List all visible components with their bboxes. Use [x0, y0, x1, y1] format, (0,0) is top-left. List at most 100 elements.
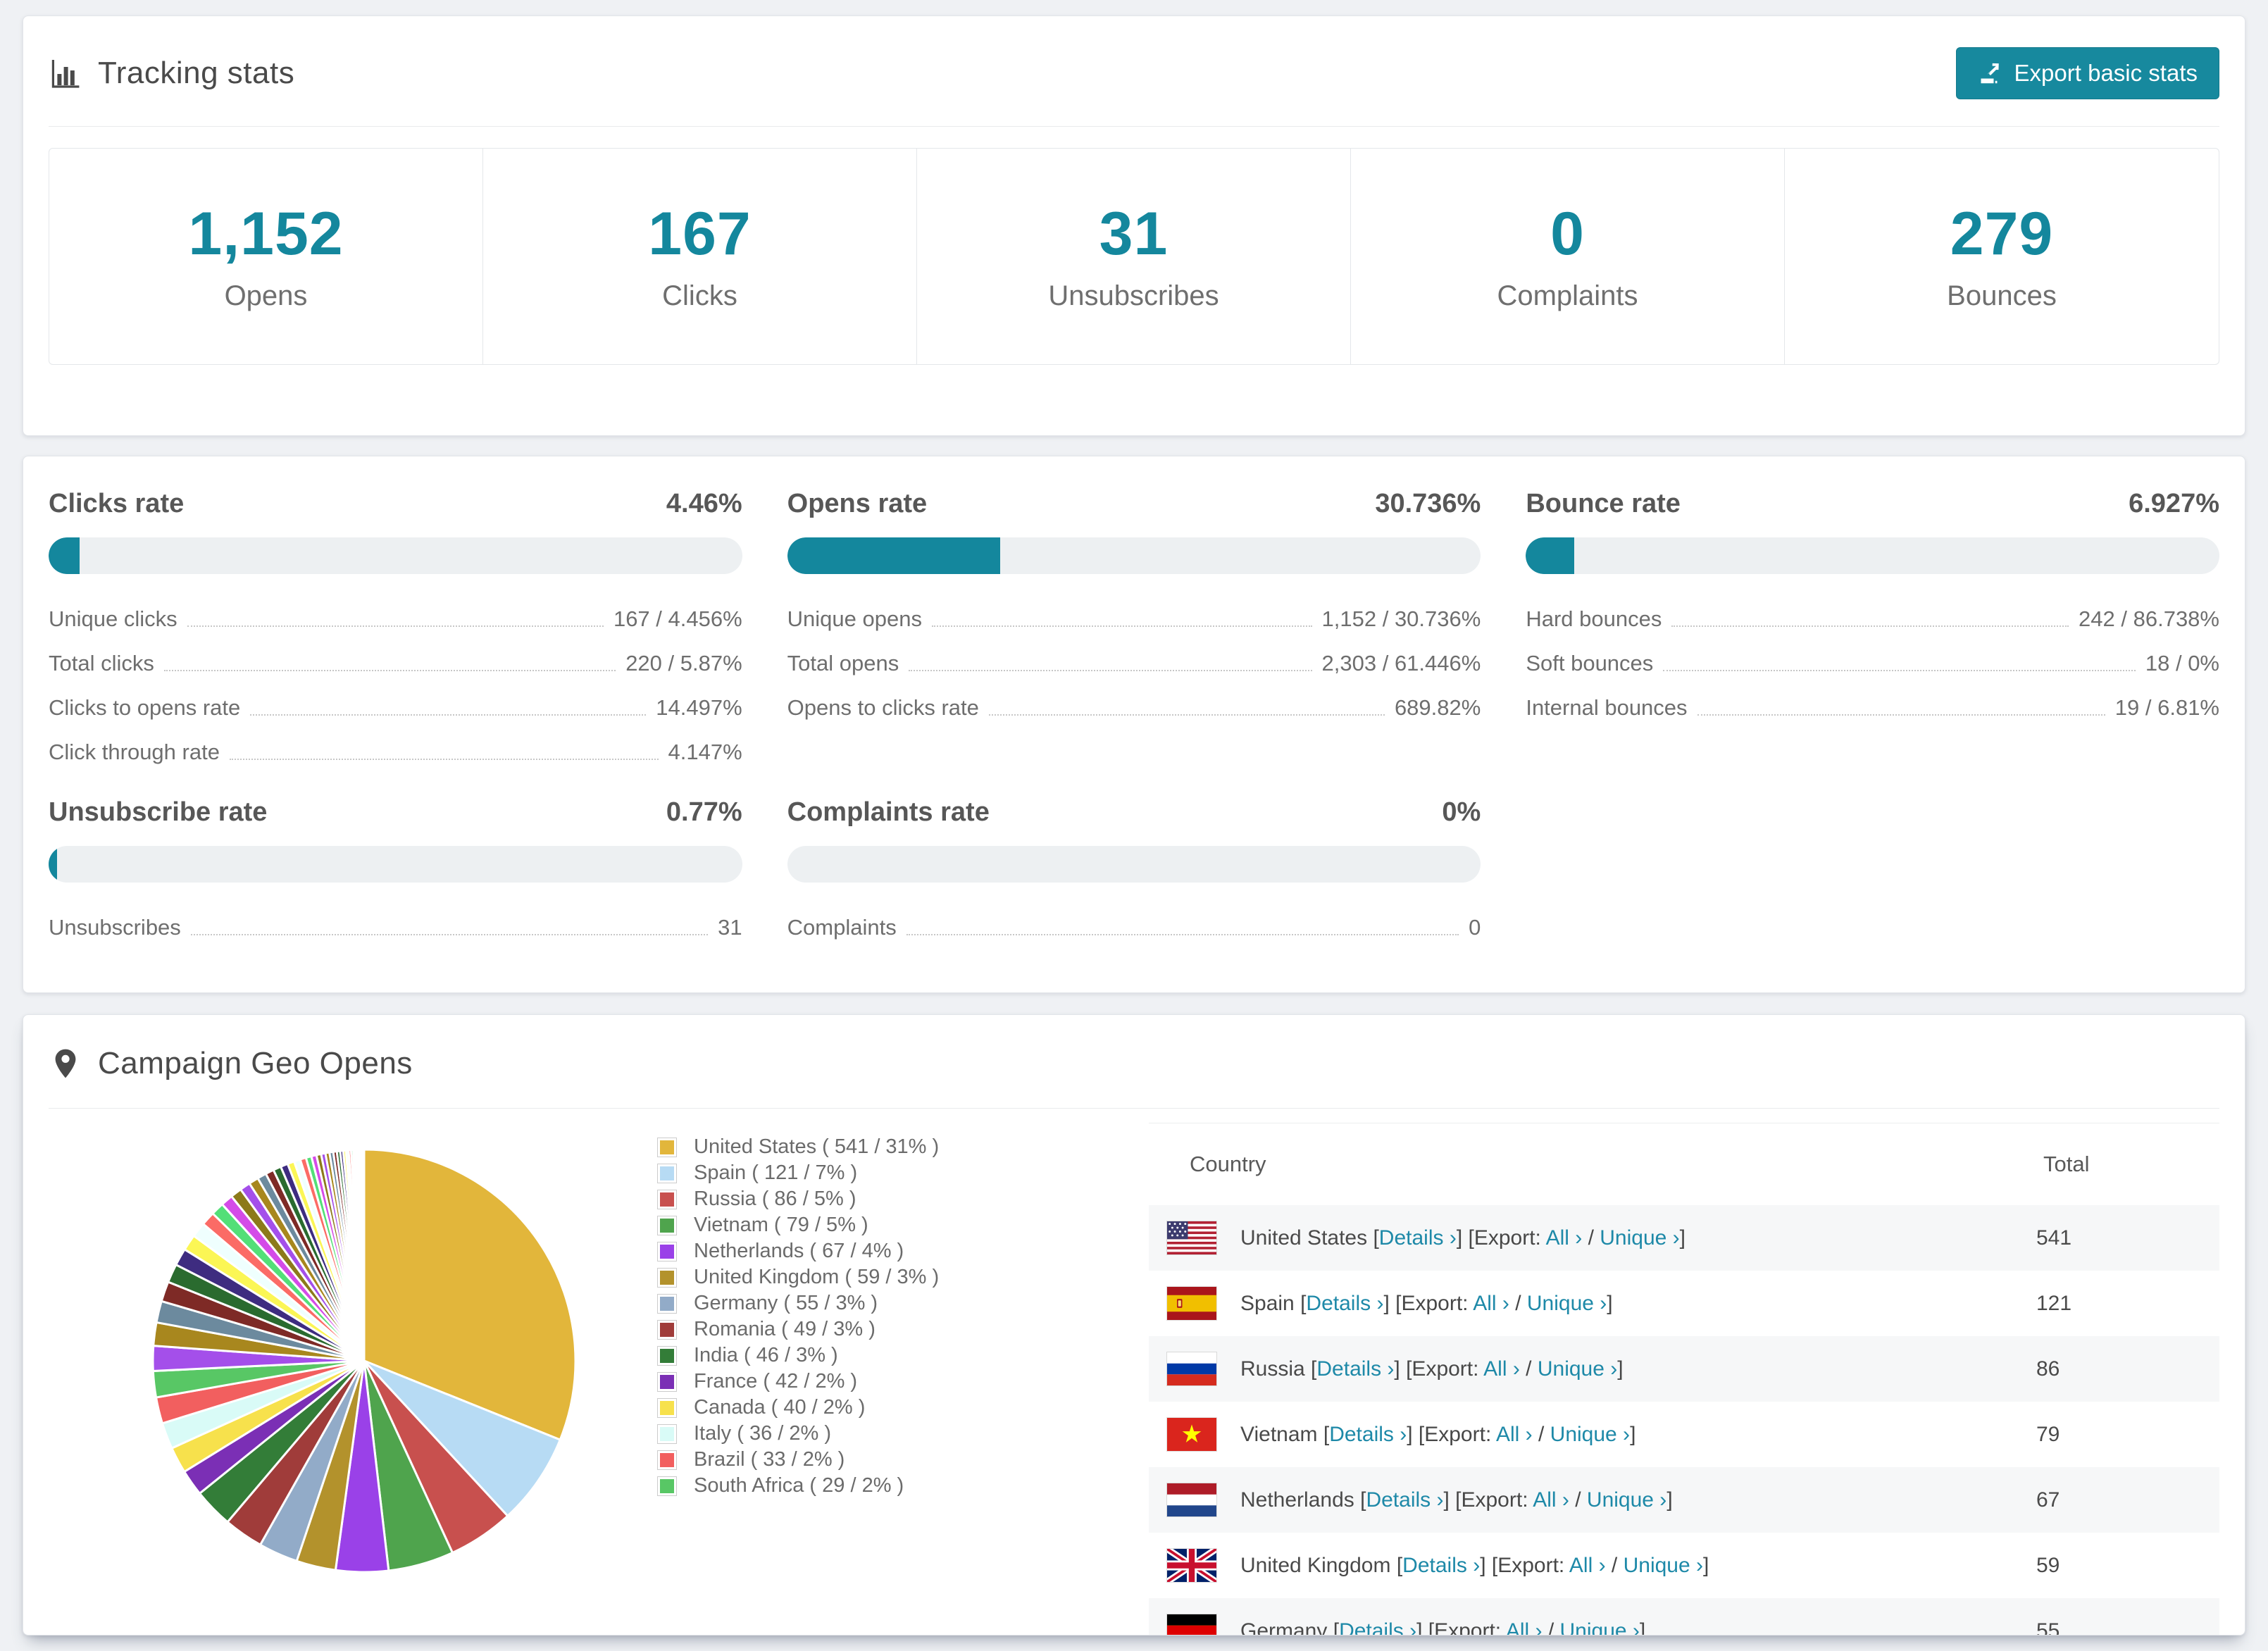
rate-detail-row: Complaints 0 [787, 915, 1481, 940]
rate-header: Bounce rate 6.927% [1526, 489, 2219, 519]
legend-item: United States ( 541 / 31% ) [657, 1134, 1108, 1160]
country-name: Vietnam [1240, 1422, 1318, 1446]
rate-detail-rows: Unique opens 1,152 / 30.736% Total opens… [787, 606, 1481, 721]
rate-percent: 30.736% [1375, 489, 1481, 518]
export-unique-link[interactable]: Unique › [1527, 1292, 1607, 1315]
dotted-leader [1671, 625, 2069, 627]
export-unique-link[interactable]: Unique › [1538, 1357, 1617, 1381]
geo-table: Country Total United States [Details ›] … [1149, 1123, 2219, 1636]
rate-header: Unsubscribe rate 0.77% [49, 797, 742, 828]
legend-label: Brazil ( 33 / 2% ) [694, 1448, 845, 1471]
rate-progress-fill [787, 537, 1001, 574]
legend-item: India ( 46 / 3% ) [657, 1342, 1108, 1369]
export-icon [1978, 61, 2003, 86]
details-link[interactable]: Details › [1329, 1423, 1407, 1446]
legend-item: South Africa ( 29 / 2% ) [657, 1473, 1108, 1499]
legend-swatch [657, 1215, 677, 1235]
export-all-link[interactable]: All › [1473, 1292, 1509, 1315]
export-all-link[interactable]: All › [1533, 1488, 1569, 1512]
export-prefix: [Export: [1428, 1619, 1502, 1636]
dotted-leader [250, 714, 647, 716]
dotted-leader [1697, 714, 2105, 716]
export-unique-link[interactable]: Unique › [1560, 1619, 1640, 1636]
legend-swatch [657, 1423, 677, 1444]
country-flag-icon [1166, 1614, 1217, 1635]
export-basic-stats-button[interactable]: Export basic stats [1955, 47, 2219, 99]
rate-detail-label: Unique opens [787, 606, 922, 631]
geo-table-body: United States [Details ›] [Export: All ›… [1149, 1205, 2219, 1636]
details-link[interactable]: Details › [1306, 1292, 1383, 1315]
table-row: Netherlands [Details ›] [Export: All › /… [1149, 1467, 2219, 1533]
export-all-link[interactable]: All › [1546, 1226, 1583, 1250]
summary-stat: 167 Clicks [483, 149, 917, 364]
export-all-link[interactable]: All › [1569, 1554, 1606, 1577]
export-unique-link[interactable]: Unique › [1600, 1226, 1679, 1250]
legend-item: United Kingdom ( 59 / 3% ) [657, 1264, 1108, 1290]
summary-stat: 0 Complaints [1351, 149, 1785, 364]
export-unique-link[interactable]: Unique › [1587, 1488, 1666, 1512]
table-row: United States [Details ›] [Export: All ›… [1149, 1205, 2219, 1271]
country-flag-icon [1166, 1286, 1217, 1321]
rate-detail-value: 242 / 86.738% [2079, 606, 2219, 631]
details-link[interactable]: Details › [1339, 1619, 1416, 1636]
legend-swatch [657, 1397, 677, 1418]
rate-header: Clicks rate 4.46% [49, 489, 742, 519]
stat-value: 279 [1950, 200, 2054, 268]
rate-percent: 4.46% [666, 489, 742, 518]
country-name: Germany [1240, 1619, 1328, 1636]
rate-detail-label: Unique clicks [49, 606, 177, 631]
rate-detail-row: Click through rate 4.147% [49, 740, 742, 765]
country-cell: United States [Details ›] [Export: All ›… [1240, 1226, 1686, 1250]
dotted-leader [229, 759, 659, 760]
country-name: Russia [1240, 1357, 1305, 1381]
rate-detail-row: Unique clicks 167 / 4.456% [49, 606, 742, 632]
rate-title: Unsubscribe rate [49, 797, 268, 827]
rate-detail-value: 167 / 4.456% [613, 606, 742, 631]
country-cell: Netherlands [Details ›] [Export: All › /… [1240, 1488, 1673, 1512]
rate-detail-row: Opens to clicks rate 689.82% [787, 695, 1481, 721]
bar-chart-icon [49, 56, 82, 90]
table-row: Russia [Details ›] [Export: All › / Uniq… [1149, 1336, 2219, 1402]
export-unique-link[interactable]: Unique › [1550, 1423, 1630, 1446]
rate-detail-label: Unsubscribes [49, 915, 181, 940]
legend-swatch [657, 1137, 677, 1157]
export-all-link[interactable]: All › [1506, 1619, 1543, 1636]
country-cell: Russia [Details ›] [Export: All › / Uniq… [1240, 1357, 1624, 1381]
legend-item: Romania ( 49 / 3% ) [657, 1316, 1108, 1342]
country-total: 79 [2036, 1422, 2060, 1446]
country-cell: Spain [Details ›] [Export: All › / Uniqu… [1240, 1291, 1613, 1315]
details-link[interactable]: Details › [1379, 1226, 1457, 1250]
export-prefix: [Export: [1455, 1488, 1528, 1512]
rate-progress-fill [49, 846, 57, 883]
details-link[interactable]: Details › [1316, 1357, 1394, 1381]
column-header-total: Total [2043, 1152, 2090, 1176]
details-link[interactable]: Details › [1366, 1488, 1443, 1512]
rate-detail-label: Internal bounces [1526, 695, 1688, 720]
export-all-link[interactable]: All › [1496, 1423, 1533, 1446]
country-flag-icon [1166, 1483, 1217, 1517]
export-unique-link[interactable]: Unique › [1624, 1554, 1703, 1577]
rate-detail-row: Unique opens 1,152 / 30.736% [787, 606, 1481, 632]
details-link[interactable]: Details › [1402, 1554, 1480, 1577]
legend-label: Italy ( 36 / 2% ) [694, 1422, 832, 1445]
summary-panel: 1,152 Opens 167 Clicks 31 Unsubscribes 0… [49, 148, 2219, 365]
rate-detail-label: Total clicks [49, 651, 154, 675]
rate-detail-row: Internal bounces 19 / 6.81% [1526, 695, 2219, 721]
dotted-leader [906, 934, 1459, 935]
rate-detail-value: 220 / 5.87% [625, 651, 742, 675]
legend-swatch [657, 1293, 677, 1314]
geo-pie-chart[interactable] [132, 1128, 597, 1593]
rate-detail-row: Total clicks 220 / 5.87% [49, 651, 742, 676]
country-flag-icon [1166, 1417, 1217, 1452]
legend-label: Canada ( 40 / 2% ) [694, 1396, 866, 1419]
rate-column: Complaints rate 0% Complaints 0 [787, 797, 1481, 940]
rate-progress-bar [1526, 537, 2219, 574]
country-name: Spain [1240, 1291, 1295, 1315]
export-all-link[interactable]: All › [1483, 1357, 1520, 1381]
legend-label: Netherlands ( 67 / 4% ) [694, 1240, 904, 1262]
tracking-stats-header: Tracking stats Export basic stats [49, 16, 2219, 127]
country-cell: Germany [Details ›] [Export: All › / Uni… [1240, 1619, 2036, 1636]
legend-swatch [657, 1241, 677, 1261]
legend-swatch [657, 1450, 677, 1470]
legend-label: Spain ( 121 / 7% ) [694, 1161, 858, 1184]
